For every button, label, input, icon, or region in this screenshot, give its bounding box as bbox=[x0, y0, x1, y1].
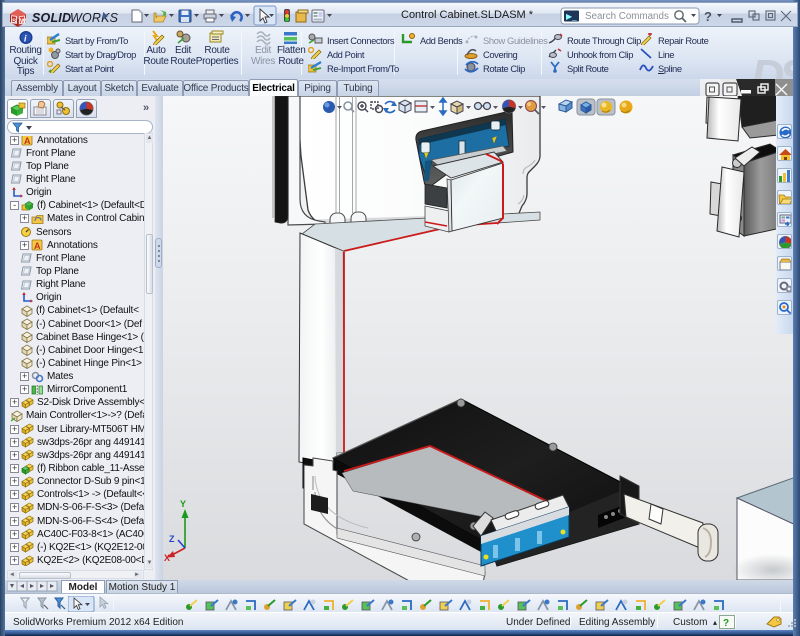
svg-text:X: X bbox=[164, 553, 170, 563]
svg-text:▶_: ▶_ bbox=[566, 12, 577, 21]
svg-text:A: A bbox=[34, 241, 41, 251]
svg-text:?: ? bbox=[723, 618, 729, 629]
svg-text:W: W bbox=[20, 18, 27, 25]
svg-text:Z: Z bbox=[169, 534, 175, 544]
svg-text:SOLID: SOLID bbox=[32, 11, 71, 25]
svg-text:?: ? bbox=[704, 9, 712, 24]
svg-text:WORKS: WORKS bbox=[70, 11, 119, 25]
svg-text:S: S bbox=[12, 18, 17, 25]
svg-text:A: A bbox=[24, 136, 31, 146]
svg-text:Y: Y bbox=[180, 499, 186, 509]
svg-text:Search Commands: Search Commands bbox=[585, 11, 669, 22]
